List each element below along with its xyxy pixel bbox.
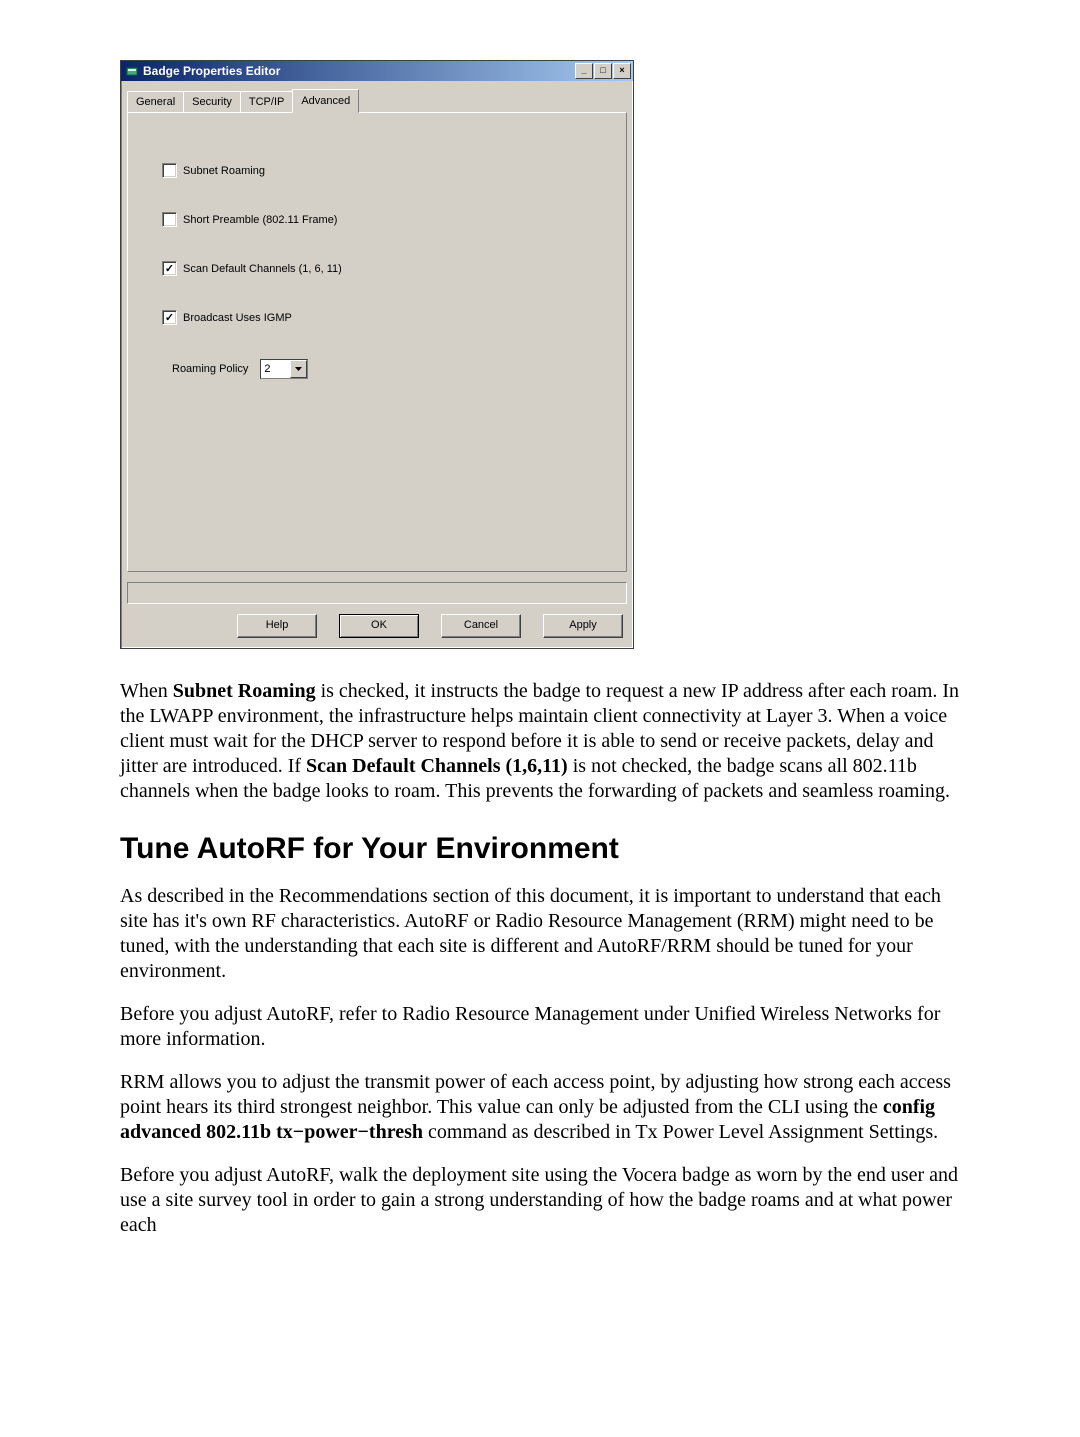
broadcast-igmp-label: Broadcast Uses IGMP: [183, 312, 292, 324]
chevron-down-icon: [290, 360, 307, 378]
apply-button[interactable]: Apply: [543, 614, 623, 638]
help-button[interactable]: Help: [237, 614, 317, 638]
advanced-panel: Subnet Roaming Short Preamble (802.11 Fr…: [127, 112, 627, 572]
tab-tcpip[interactable]: TCP/IP: [240, 91, 293, 112]
short-preamble-checkbox[interactable]: [162, 212, 177, 227]
paragraph-5: Before you adjust AutoRF, walk the deplo…: [120, 1163, 960, 1238]
maximize-button[interactable]: □: [594, 63, 612, 79]
status-bar: [127, 582, 627, 604]
button-row: Help OK Cancel Apply: [121, 608, 633, 648]
subnet-roaming-label: Subnet Roaming: [183, 165, 265, 177]
scan-default-channels-label: Scan Default Channels (1, 6, 11): [183, 263, 342, 275]
subnet-roaming-checkbox[interactable]: [162, 163, 177, 178]
tab-general[interactable]: General: [127, 91, 184, 112]
titlebar-text: Badge Properties Editor: [143, 64, 574, 78]
paragraph-2: As described in the Recommendations sect…: [120, 884, 960, 984]
tab-security[interactable]: Security: [183, 91, 241, 112]
paragraph-1: When Subnet Roaming is checked, it instr…: [120, 679, 960, 804]
short-preamble-label: Short Preamble (802.11 Frame): [183, 214, 337, 226]
paragraph-3: Before you adjust AutoRF, refer to Radio…: [120, 1002, 960, 1052]
section-heading-autorf: Tune AutoRF for Your Environment: [120, 832, 960, 866]
window-controls: _ □ ×: [574, 63, 631, 79]
cancel-button[interactable]: Cancel: [441, 614, 521, 638]
scan-default-channels-checkbox[interactable]: ✓: [162, 261, 177, 276]
ok-button[interactable]: OK: [339, 614, 419, 638]
badge-properties-dialog: Badge Properties Editor _ □ × General Se…: [120, 60, 634, 649]
titlebar: Badge Properties Editor _ □ ×: [121, 61, 633, 81]
close-button[interactable]: ×: [613, 63, 631, 79]
roaming-policy-value: 2: [261, 363, 290, 375]
broadcast-igmp-checkbox[interactable]: ✓: [162, 310, 177, 325]
paragraph-4: RRM allows you to adjust the transmit po…: [120, 1070, 960, 1145]
minimize-button[interactable]: _: [575, 63, 593, 79]
tab-advanced[interactable]: Advanced: [292, 89, 359, 113]
roaming-policy-label: Roaming Policy: [172, 363, 248, 375]
roaming-policy-select[interactable]: 2: [260, 359, 308, 379]
app-icon: [125, 64, 139, 78]
tab-strip: General Security TCP/IP Advanced: [121, 81, 633, 112]
